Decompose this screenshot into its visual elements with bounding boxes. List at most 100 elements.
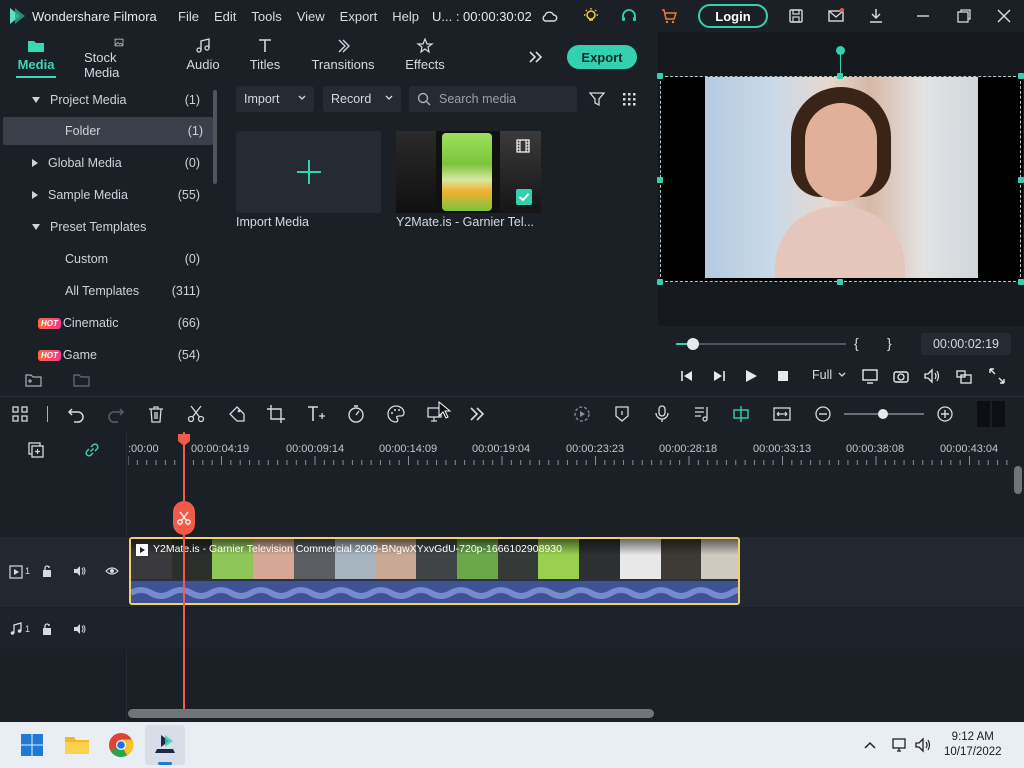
layout-grid-icon[interactable] [10, 404, 30, 424]
resize-handle-right[interactable] [1018, 177, 1024, 183]
library-sample-media[interactable]: Sample Media (55) [0, 181, 212, 209]
mark-out-button[interactable]: } [887, 335, 892, 351]
tab-titles[interactable]: Titles [248, 32, 282, 80]
zoom-slider-knob[interactable] [878, 409, 888, 419]
import-media-tile[interactable] [236, 131, 381, 213]
mark-in-button[interactable]: { [854, 335, 859, 351]
cut-icon[interactable] [186, 404, 206, 424]
expand-arrow-icon[interactable] [32, 191, 38, 199]
chevron-up-icon[interactable] [862, 737, 878, 753]
video-clip[interactable]: Y2Mate.is - Garnier Television Commercia… [129, 537, 740, 605]
library-all-templates[interactable]: All Templates (311) [0, 277, 212, 305]
windows-start-icon[interactable] [20, 733, 44, 757]
color-palette-icon[interactable] [386, 404, 406, 424]
fullscreen-icon[interactable] [988, 367, 1006, 385]
expand-arrow-icon[interactable] [32, 97, 40, 103]
menu-tools[interactable]: Tools [251, 9, 281, 24]
playhead-handle[interactable] [177, 433, 191, 447]
marker-shield-icon[interactable] [612, 404, 632, 424]
library-custom[interactable]: Custom (0) [0, 245, 212, 273]
resize-handle-top-left[interactable] [657, 73, 663, 79]
record-dropdown[interactable]: Record [323, 86, 401, 112]
library-game[interactable]: HOT Game (54) [0, 341, 212, 369]
menu-file[interactable]: File [178, 9, 199, 24]
preview-scrubber-track[interactable] [676, 343, 846, 345]
resize-handle-left[interactable] [657, 177, 663, 183]
export-button[interactable]: Export [567, 45, 637, 69]
zoom-in-icon[interactable] [935, 404, 955, 424]
library-cinematic[interactable]: HOT Cinematic (66) [0, 309, 212, 337]
grid-view-icon[interactable] [621, 91, 637, 107]
tab-stock-media[interactable]: Stock Media [84, 32, 154, 80]
timeline-horizontal-scrollbar[interactable] [128, 709, 654, 718]
pip-icon[interactable] [955, 367, 973, 385]
expand-arrow-icon[interactable] [32, 159, 38, 167]
library-scrollbar[interactable] [213, 90, 217, 184]
media-thumbnail[interactable] [396, 131, 541, 213]
folder-outline-icon[interactable] [73, 372, 91, 388]
cloud-icon[interactable] [540, 7, 558, 25]
cart-icon[interactable] [660, 7, 678, 25]
speaker-icon[interactable] [73, 564, 87, 578]
next-frame-icon[interactable] [712, 369, 726, 383]
lock-icon[interactable] [41, 564, 55, 578]
volume-icon[interactable] [923, 367, 941, 385]
resize-handle-bottom-right[interactable] [1018, 279, 1024, 285]
play-icon[interactable] [744, 369, 758, 383]
prev-frame-icon[interactable] [680, 369, 694, 383]
tab-transitions[interactable]: Transitions [311, 32, 375, 80]
headset-support-icon[interactable] [620, 7, 638, 25]
network-icon[interactable] [890, 736, 908, 754]
delete-icon[interactable] [146, 404, 166, 424]
crop-icon[interactable] [266, 404, 286, 424]
fit-timeline-icon[interactable] [772, 404, 792, 424]
restore-icon[interactable] [955, 7, 973, 25]
timeline-vertical-scrollbar[interactable] [1014, 466, 1022, 494]
render-preview-icon[interactable] [572, 404, 592, 424]
taskbar-clock[interactable]: 9:12 AM 10/17/2022 [944, 730, 1002, 760]
chrome-icon[interactable] [108, 732, 134, 758]
file-explorer-icon[interactable] [64, 733, 90, 757]
add-text-icon[interactable] [306, 404, 326, 424]
mail-icon[interactable] [827, 7, 845, 25]
speed-icon[interactable] [346, 404, 366, 424]
menu-view[interactable]: View [297, 9, 325, 24]
save-icon[interactable] [787, 7, 805, 25]
microphone-icon[interactable] [652, 404, 672, 424]
login-button[interactable]: Login [698, 4, 768, 28]
playhead[interactable] [183, 432, 185, 712]
more-tools-icon[interactable] [467, 404, 487, 424]
split-marker[interactable] [173, 501, 195, 535]
new-folder-icon[interactable] [25, 372, 43, 388]
search-media-input[interactable]: Search media [409, 86, 577, 112]
track-height-toggle[interactable] [977, 401, 1005, 427]
rotate-handle[interactable] [836, 46, 845, 55]
menu-help[interactable]: Help [392, 9, 419, 24]
filter-icon[interactable] [589, 91, 605, 107]
library-project-media[interactable]: Project Media (1) [0, 86, 212, 114]
link-icon[interactable] [83, 441, 101, 459]
minimize-icon[interactable] [914, 7, 932, 25]
redo-icon[interactable] [106, 404, 126, 424]
zoom-out-icon[interactable] [813, 404, 833, 424]
filmora-taskbar-button[interactable] [145, 725, 185, 765]
resize-handle-bottom-left[interactable] [657, 279, 663, 285]
stop-icon[interactable] [777, 370, 789, 382]
undo-icon[interactable] [66, 404, 86, 424]
lock-icon[interactable] [41, 622, 55, 636]
close-icon[interactable] [995, 7, 1013, 25]
audio-mixer-icon[interactable] [692, 404, 712, 424]
tab-effects[interactable]: Effects [404, 32, 446, 80]
menu-edit[interactable]: Edit [214, 9, 236, 24]
resize-handle-top[interactable] [837, 73, 843, 79]
snapshot-icon[interactable] [892, 367, 910, 385]
library-global-media[interactable]: Global Media (0) [0, 149, 212, 177]
tab-audio[interactable]: Audio [184, 32, 222, 80]
download-icon[interactable] [867, 7, 885, 25]
resize-handle-top-right[interactable] [1018, 73, 1024, 79]
snap-icon[interactable] [731, 404, 751, 424]
resize-handle-bottom[interactable] [837, 279, 843, 285]
menu-export[interactable]: Export [340, 9, 378, 24]
speaker-tray-icon[interactable] [914, 736, 932, 754]
display-icon[interactable] [861, 367, 879, 385]
